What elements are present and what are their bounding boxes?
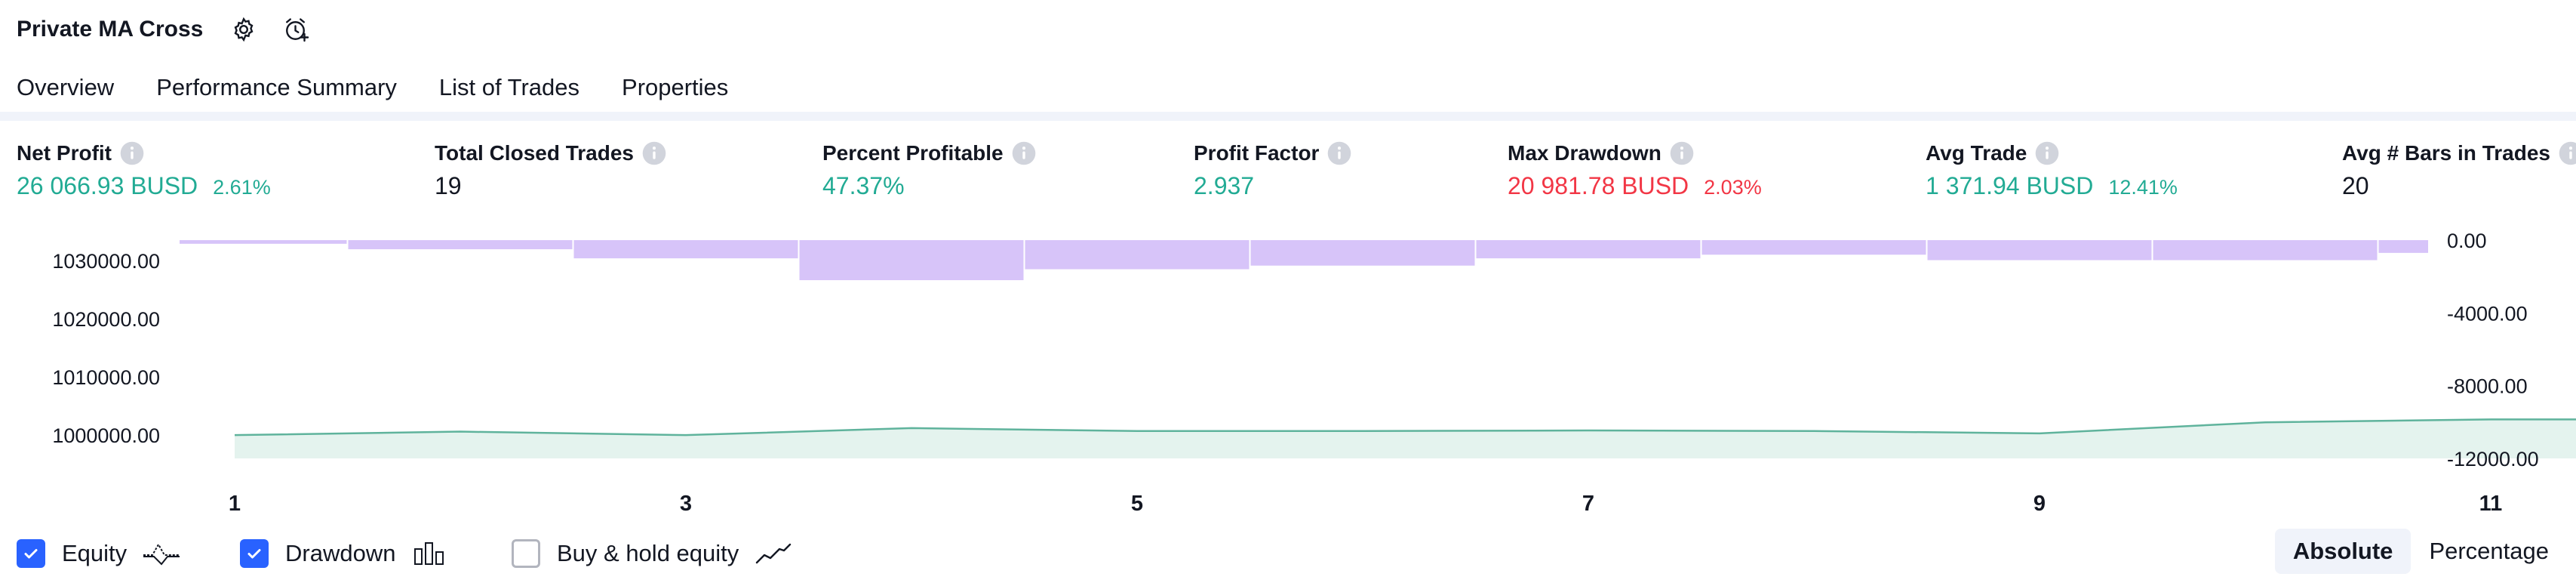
metric-label: Net Profit bbox=[17, 141, 112, 165]
metric-label: Percent Profitable bbox=[822, 141, 1004, 165]
chart-footer: Equity Drawdown Buy & hold equity Absolu… bbox=[0, 521, 2576, 583]
metric-percent: 2.61% bbox=[213, 176, 271, 199]
info-icon[interactable] bbox=[1011, 140, 1037, 166]
right-axis-tick: 0.00 bbox=[2447, 230, 2487, 252]
drawdown-bars-icon bbox=[414, 542, 444, 565]
x-axis-tick: 1 bbox=[229, 492, 241, 516]
left-axis-tick: 1000000.00 bbox=[52, 424, 160, 447]
metric-percent: 12.41% bbox=[2108, 176, 2178, 199]
add-alert-clock-icon[interactable] bbox=[281, 14, 312, 45]
metric-label: Total Closed Trades bbox=[435, 141, 634, 165]
settings-gear-icon[interactable] bbox=[229, 14, 259, 45]
buy-hold-line-icon bbox=[756, 543, 792, 564]
metric-percent-profitable: Percent Profitable 47.37% bbox=[822, 140, 1037, 200]
metric-label: Avg # Bars in Trades bbox=[2342, 141, 2550, 165]
metric-avg-trade: Avg Trade 1 371.94 BUSD 12.41% bbox=[1926, 140, 2178, 200]
drawdown-bar bbox=[2153, 240, 2378, 261]
metric-label: Profit Factor bbox=[1194, 141, 1320, 165]
drawdown-bar bbox=[1927, 240, 2152, 261]
left-axis-tick: 1020000.00 bbox=[52, 308, 160, 331]
absolute-percentage-toggle: Absolute Percentage bbox=[2274, 529, 2567, 574]
equity-line bbox=[234, 418, 2576, 436]
x-axis-tick: 5 bbox=[1131, 492, 1143, 516]
metric-label: Max Drawdown bbox=[1508, 141, 1661, 165]
info-icon[interactable] bbox=[641, 140, 667, 166]
tab-properties[interactable]: Properties bbox=[622, 68, 728, 116]
info-icon[interactable] bbox=[2034, 140, 2060, 166]
equity-checkbox[interactable] bbox=[17, 539, 45, 568]
drawdown-bar bbox=[1701, 240, 1926, 255]
legend-label: Drawdown bbox=[285, 540, 396, 566]
drawdown-checkbox[interactable] bbox=[240, 539, 269, 568]
metric-percent: 2.03% bbox=[1704, 176, 1762, 199]
legend-drawdown[interactable]: Drawdown bbox=[240, 538, 450, 569]
tab-performance-summary[interactable]: Performance Summary bbox=[156, 68, 397, 116]
drawdown-bar bbox=[180, 240, 347, 244]
tab-divider bbox=[0, 112, 2576, 121]
metric-avg-bars-in-trades: Avg # Bars in Trades 20 bbox=[2342, 140, 2576, 200]
metric-value: 26 066.93 BUSD bbox=[17, 172, 198, 199]
equity-area-fill bbox=[235, 419, 2576, 458]
drawdown-bar bbox=[573, 240, 798, 259]
tab-list-of-trades[interactable]: List of Trades bbox=[439, 68, 579, 116]
drawdown-bar bbox=[1250, 240, 1475, 266]
metric-value: 20 981.78 BUSD bbox=[1508, 172, 1689, 199]
x-axis-tick: 11 bbox=[2479, 492, 2503, 516]
info-icon[interactable] bbox=[2558, 140, 2576, 166]
metric-profit-factor: Profit Factor 2.937 bbox=[1194, 140, 1352, 200]
equity-line-icon bbox=[143, 542, 180, 566]
strategy-header: Private MA Cross bbox=[17, 11, 312, 48]
right-axis-tick: -12000.00 bbox=[2447, 448, 2539, 470]
drawdown-bar bbox=[348, 240, 573, 250]
metric-value: 19 bbox=[435, 172, 462, 199]
metric-value: 2.937 bbox=[1194, 172, 1255, 199]
absolute-button[interactable]: Absolute bbox=[2274, 529, 2412, 574]
metric-label: Avg Trade bbox=[1926, 141, 2027, 165]
legend-buy-hold-equity[interactable]: Buy & hold equity bbox=[512, 538, 793, 569]
check-icon bbox=[24, 549, 38, 559]
check-icon bbox=[247, 549, 261, 559]
x-axis-tick: 9 bbox=[2033, 492, 2046, 516]
metric-value: 20 bbox=[2342, 172, 2369, 199]
info-icon[interactable] bbox=[1669, 140, 1695, 166]
x-axis-tick: 7 bbox=[1582, 492, 1594, 516]
report-tabs: Overview Performance Summary List of Tra… bbox=[17, 68, 770, 116]
metric-net-profit: Net Profit 26 066.93 BUSD 2.61% bbox=[17, 140, 271, 200]
metric-value: 47.37% bbox=[822, 172, 905, 199]
right-axis-tick: -8000.00 bbox=[2447, 375, 2528, 398]
percentage-button[interactable]: Percentage bbox=[2411, 529, 2567, 574]
legend-equity[interactable]: Equity bbox=[17, 538, 181, 569]
metric-total-closed-trades: Total Closed Trades 19 bbox=[435, 140, 667, 200]
left-axis-tick: 1030000.00 bbox=[52, 250, 160, 273]
metric-value: 1 371.94 BUSD bbox=[1926, 172, 2094, 199]
info-icon[interactable] bbox=[1326, 140, 1352, 166]
left-axis-tick: 1010000.00 bbox=[52, 366, 160, 389]
metric-max-drawdown: Max Drawdown 20 981.78 BUSD 2.03% bbox=[1508, 140, 1762, 200]
buy-hold-checkbox[interactable] bbox=[512, 539, 540, 568]
right-axis-tick: -4000.00 bbox=[2447, 302, 2528, 325]
info-icon[interactable] bbox=[119, 140, 145, 166]
x-axis-tick: 3 bbox=[680, 492, 692, 516]
drawdown-bar bbox=[1476, 240, 1701, 259]
drawdown-bar bbox=[1025, 240, 1250, 270]
strategy-title: Private MA Cross bbox=[17, 17, 204, 42]
legend-label: Buy & hold equity bbox=[557, 540, 739, 566]
legend-label: Equity bbox=[62, 540, 128, 566]
drawdown-bar bbox=[799, 240, 1024, 280]
equity-drawdown-chart: 1030000.00 1020000.00 1010000.00 1000000.00… bbox=[52, 230, 2576, 516]
tab-overview[interactable]: Overview bbox=[17, 68, 115, 116]
